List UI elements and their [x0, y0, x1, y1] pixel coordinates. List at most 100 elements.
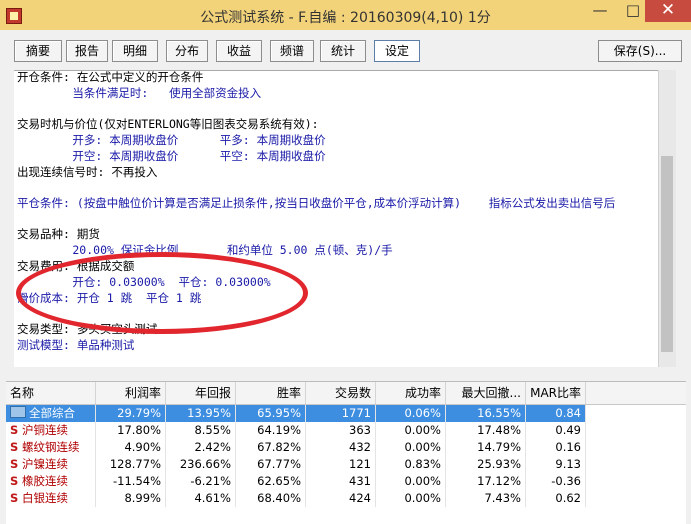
- cell-win-rate: 68.40%: [236, 490, 306, 507]
- report-line: 20.00% 保证金比例 和约单位 5.00 点(顿、克)/手: [17, 243, 393, 257]
- cell-mar-ratio: -0.36: [526, 473, 586, 490]
- column-header-profit-rate[interactable]: 利润率: [96, 382, 166, 404]
- report-line: 开空: 本周期收盘价 平空: 本周期收盘价: [17, 149, 326, 163]
- cell-max-drawdown: 14.79%: [446, 439, 526, 456]
- folder-icon: [10, 406, 26, 418]
- cell-mar-ratio: 0.16: [526, 439, 586, 456]
- cell-annual-return: -6.21%: [166, 473, 236, 490]
- tab-returns[interactable]: 收益: [216, 40, 262, 62]
- table-header: 名称 利润率 年回报 胜率 交易数 成功率 最大回撤... MAR比率: [6, 382, 686, 405]
- cell-max-drawdown: 17.12%: [446, 473, 526, 490]
- tab-settings[interactable]: 设定: [374, 40, 420, 62]
- cell-name: S 沪镍连续: [6, 456, 96, 473]
- report-line: 交易品种: 期货: [17, 227, 100, 241]
- cell-trade-count: 431: [306, 473, 376, 490]
- cell-profit-rate: 8.99%: [96, 490, 166, 507]
- cell-success-rate: 0.00%: [376, 422, 446, 439]
- cell-profit-rate: -11.54%: [96, 473, 166, 490]
- minimize-button[interactable]: —: [584, 0, 616, 22]
- tab-distribution[interactable]: 分布: [166, 40, 208, 62]
- cell-profit-rate: 4.90%: [96, 439, 166, 456]
- cell-profit-rate: 128.77%: [96, 456, 166, 473]
- report-line: 当条件满足时: 使用全部资金投入: [17, 86, 262, 100]
- cell-name: S 橡胶连续: [6, 473, 96, 490]
- table-row[interactable]: S 橡胶连续 -11.54% -6.21% 62.65% 431 0.00% 17…: [6, 473, 686, 490]
- cell-win-rate: 67.82%: [236, 439, 306, 456]
- column-header-max-drawdown[interactable]: 最大回撤...: [446, 382, 526, 404]
- cell-success-rate: 0.83%: [376, 456, 446, 473]
- cell-mar-ratio: 0.62: [526, 490, 586, 507]
- table-row[interactable]: S 沪镍连续 128.77% 236.66% 67.77% 121 0.83% 2…: [6, 456, 686, 473]
- column-header-trade-count[interactable]: 交易数: [306, 382, 376, 404]
- cell-win-rate: 64.19%: [236, 422, 306, 439]
- cell-profit-rate: 17.80%: [96, 422, 166, 439]
- cell-max-drawdown: 7.43%: [446, 490, 526, 507]
- save-button[interactable]: 保存(S)...: [598, 40, 682, 62]
- column-header-win-rate[interactable]: 胜率: [236, 382, 306, 404]
- cell-mar-ratio: 0.84: [526, 405, 586, 422]
- cell-annual-return: 13.95%: [166, 405, 236, 422]
- cell-profit-rate: 29.79%: [96, 405, 166, 422]
- cell-trade-count: 121: [306, 456, 376, 473]
- cell-max-drawdown: 16.55%: [446, 405, 526, 422]
- report-line: 交易时机与价位(仅对ENTERLONG等旧图表交易系统有效):: [17, 117, 319, 131]
- column-header-name[interactable]: 名称: [6, 382, 96, 404]
- report-line: 平仓条件: (按盘中触位价计算是否满足止损条件,按当日收盘价平仓,成本价浮动计算…: [17, 196, 616, 210]
- settings-report-text: 开仓条件: 在公式中定义的开仓条件 当条件满足时: 使用全部资金投入 交易时机与…: [14, 70, 658, 367]
- cell-max-drawdown: 25.93%: [446, 456, 526, 473]
- cell-trade-count: 432: [306, 439, 376, 456]
- cell-mar-ratio: 0.49: [526, 422, 586, 439]
- column-header-success-rate[interactable]: 成功率: [376, 382, 446, 404]
- report-line: 开仓: 0.03000% 平仓: 0.03000%: [17, 275, 271, 289]
- cell-win-rate: 65.95%: [236, 405, 306, 422]
- tab-report[interactable]: 报告: [66, 40, 108, 62]
- tab-spectrum[interactable]: 频谱: [270, 40, 314, 62]
- cell-annual-return: 236.66%: [166, 456, 236, 473]
- tab-summary[interactable]: 摘要: [14, 40, 62, 62]
- cell-name: S 白银连续: [6, 490, 96, 507]
- stock-s-icon: S: [10, 491, 19, 505]
- cell-trade-count: 1771: [306, 405, 376, 422]
- cell-win-rate: 67.77%: [236, 456, 306, 473]
- table-row[interactable]: S 螺纹钢连续 4.90% 2.42% 67.82% 432 0.00% 14.7…: [6, 439, 686, 456]
- cell-success-rate: 0.06%: [376, 405, 446, 422]
- tab-statistics[interactable]: 统计: [320, 40, 366, 62]
- report-line: 开多: 本周期收盘价 平多: 本周期收盘价: [17, 133, 326, 147]
- report-line: 交易费用: 根据成交额: [17, 259, 135, 273]
- cell-annual-return: 8.55%: [166, 422, 236, 439]
- table-row-empty: [6, 507, 686, 524]
- column-header-annual-return[interactable]: 年回报: [166, 382, 236, 404]
- cell-name: S 沪铜连续: [6, 422, 96, 439]
- cell-annual-return: 4.61%: [166, 490, 236, 507]
- cell-name: S 螺纹钢连续: [6, 439, 96, 456]
- stock-s-icon: S: [10, 457, 19, 471]
- report-line: 开仓条件: 在公式中定义的开仓条件: [17, 70, 204, 84]
- close-button[interactable]: ✕: [645, 0, 691, 22]
- results-table: 名称 利润率 年回报 胜率 交易数 成功率 最大回撤... MAR比率 全部综合…: [6, 381, 686, 524]
- stock-s-icon: S: [10, 423, 19, 437]
- cell-success-rate: 0.00%: [376, 473, 446, 490]
- table-row[interactable]: 全部综合 29.79% 13.95% 65.95% 1771 0.06% 16.…: [6, 405, 686, 422]
- cell-mar-ratio: 9.13: [526, 456, 586, 473]
- cell-annual-return: 2.42%: [166, 439, 236, 456]
- stock-s-icon: S: [10, 440, 19, 454]
- title-bar: 公式测试系统 - F.自编 : 20160309(4,10) 1分 — □ ✕: [0, 0, 691, 30]
- table-row[interactable]: S 沪铜连续 17.80% 8.55% 64.19% 363 0.00% 17.4…: [6, 422, 686, 439]
- scrollbar-thumb[interactable]: [661, 156, 673, 352]
- cell-trade-count: 363: [306, 422, 376, 439]
- cell-win-rate: 62.65%: [236, 473, 306, 490]
- toolbar: 摘要 报告 明细 分布 收益 频谱 统计 设定 保存(S)...: [0, 30, 691, 70]
- report-line: 出现连续信号时: 不再投入: [17, 165, 158, 179]
- report-line: 滑价成本: 开仓 1 跳 平仓 1 跳: [17, 291, 202, 305]
- tab-details[interactable]: 明细: [112, 40, 158, 62]
- cell-name: 全部综合: [6, 405, 96, 422]
- cell-success-rate: 0.00%: [376, 490, 446, 507]
- report-line: 交易类型: 多头买空头测试: [17, 322, 158, 336]
- report-line: 测试模型: 单品种测试: [17, 338, 135, 352]
- cell-trade-count: 424: [306, 490, 376, 507]
- report-scrollbar[interactable]: [658, 70, 676, 367]
- table-row[interactable]: S 白银连续 8.99% 4.61% 68.40% 424 0.00% 7.43%…: [6, 490, 686, 507]
- cell-success-rate: 0.00%: [376, 439, 446, 456]
- stock-s-icon: S: [10, 474, 19, 488]
- column-header-mar-ratio[interactable]: MAR比率: [526, 382, 586, 404]
